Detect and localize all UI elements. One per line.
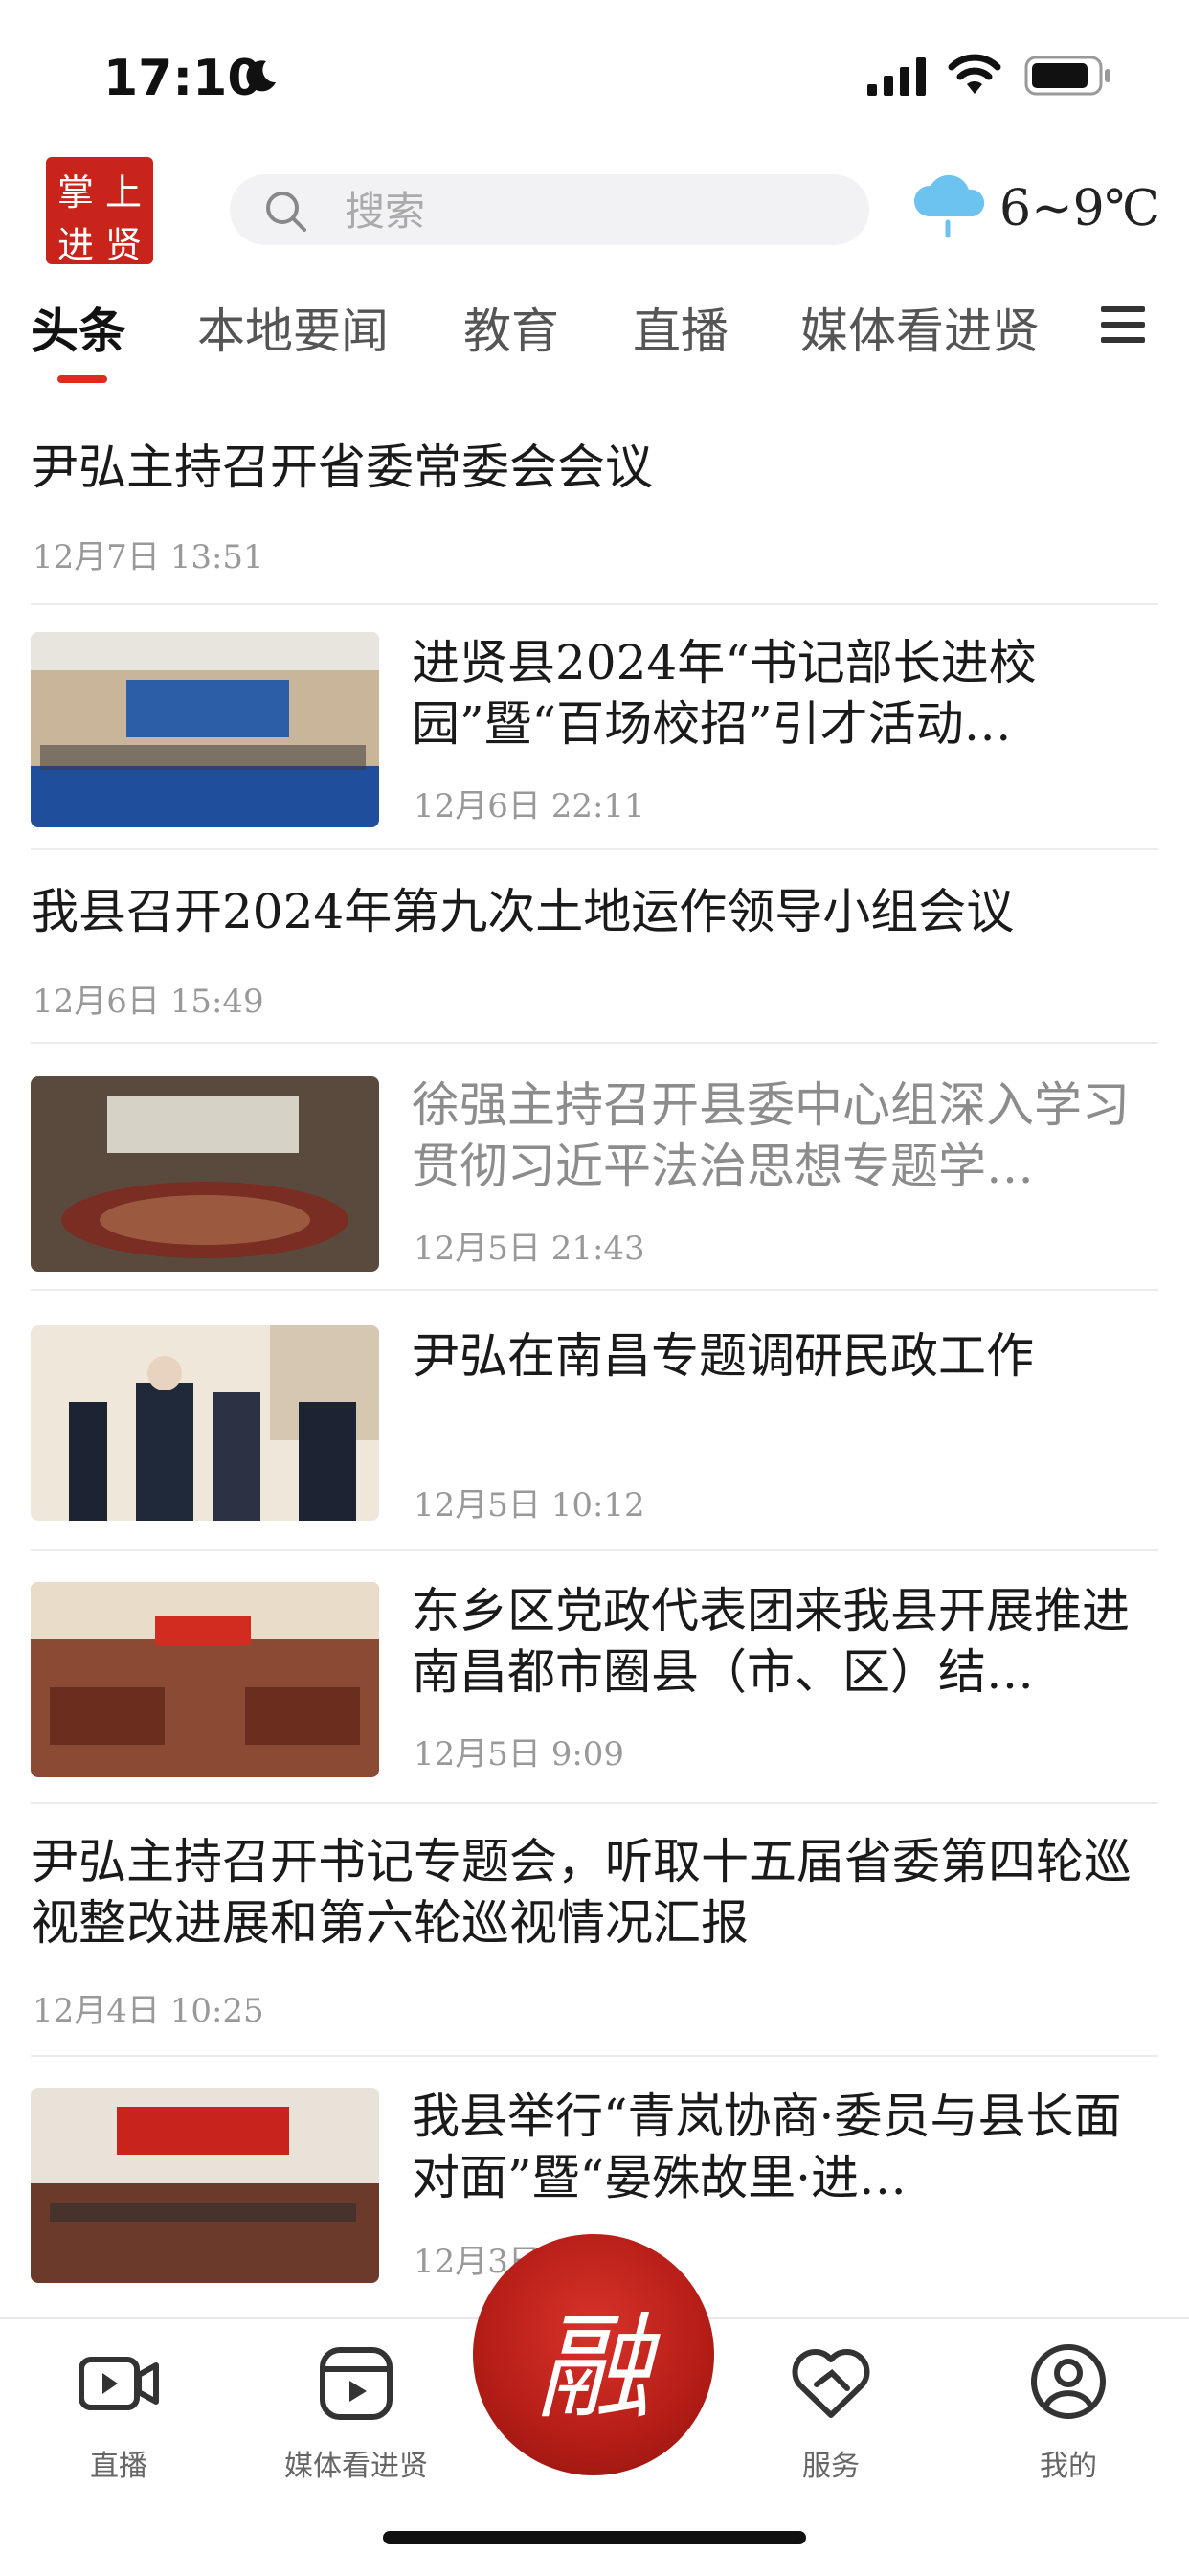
news-title: 尹弘在南昌专题调研民政工作 [412,1328,1034,1384]
news-date: 12月6日 15:49 [33,983,264,1021]
news-item[interactable]: 徐强主持召开县委中心组深入学习贯彻习近平法治思想专题学… 12月5日 21:43 [31,1044,1158,1291]
status-time: 17:10 [103,50,262,107]
home-indicator[interactable] [383,2531,806,2544]
news-date: 12月4日 10:25 [33,1992,264,2030]
logo-char: 掌 [56,171,94,214]
news-title: 徐强主持召开县委中心组深入学习贯彻习近平法治思想专题学… [412,1077,1130,1194]
news-title: 我县举行“青岚协商·委员与县长面对面”暨“晏殊故里·进… [412,2089,1122,2205]
search-icon [266,192,306,232]
logo-char: 进 [56,224,94,266]
media-play-icon [320,2347,393,2420]
news-item[interactable]: 尹弘主持召开书记专题会，听取十五届省委第四轮巡视整改进展和第六轮巡视情况汇报 1… [31,1804,1158,2057]
news-title: 我县召开2024年第九次土地运作领导小组会议 [31,884,1015,939]
news-date: 12月5日 10:12 [414,1486,645,1525]
battery-icon [1024,56,1110,96]
status-bar: 17:10 [0,0,1189,144]
search-bar[interactable] [230,174,869,245]
news-date: 12月6日 22:11 [414,787,645,825]
live-video-icon [79,2357,159,2410]
news-title: 进贤县2024年“书记部长进校园”暨“百场校招”引才活动… [412,635,1037,752]
nav-media-label: 媒体看进贤 [284,2450,428,2483]
news-thumbnail [31,1325,379,1521]
user-profile-icon [1031,2344,1106,2419]
active-tab-indicator [57,375,107,383]
nav-live-label: 直播 [90,2450,147,2483]
channel-tabs: 头条 本地要闻 教育 直播 媒体看进贤 [0,293,1189,385]
nav-mine-label: 我的 [1040,2450,1097,2483]
tab-headlines[interactable]: 头条 [31,293,126,362]
news-title: 东乡区党政代表团来我县开展推进南昌都市圈县（市、区）结… [412,1583,1130,1700]
nav-service-label: 服务 [802,2450,860,2483]
news-item[interactable]: 东乡区党政代表团来我县开展推进南昌都市圈县（市、区）结… 12月5日 9:09 [31,1551,1158,1804]
tab-education[interactable]: 教育 [463,293,559,362]
handshake-heart-icon [792,2349,870,2418]
nav-service[interactable]: 服务 [735,2339,927,2484]
cloud-rain-icon [913,174,985,238]
news-title: 尹弘主持召开书记专题会，听取十五届省委第四轮巡视整改进展和第六轮巡视情况汇报 [31,1834,1132,1951]
news-item[interactable]: 我县召开2024年第九次土地运作领导小组会议 12月6日 15:49 [31,850,1158,1044]
tab-local-news[interactable]: 本地要闻 [197,293,389,362]
nav-media-jinxian[interactable]: 媒体看进贤 [260,2339,452,2484]
search-input[interactable] [343,182,844,239]
news-thumbnail [31,1076,379,1272]
news-thumbnail [31,632,379,827]
center-rong-button[interactable]: 融 [473,2234,714,2475]
weather-widget[interactable]: 6~9℃ [909,170,1160,247]
news-date: 12月7日 13:51 [33,538,264,576]
tab-live[interactable]: 直播 [633,293,729,362]
menu-icon[interactable] [1101,306,1145,345]
wifi-icon [948,54,1001,94]
news-title: 尹弘主持召开省委常委会会议 [31,440,653,495]
logo-char: 上 [104,171,142,214]
tab-media-jinxian[interactable]: 媒体看进贤 [800,293,1040,362]
news-date: 12月5日 9:09 [414,1735,625,1774]
cellular-signal-icon [867,57,926,96]
moon-icon [246,60,276,92]
app-logo[interactable]: 掌 上 进 贤 [46,157,153,266]
news-thumbnail [31,1582,379,1777]
nav-mine[interactable]: 我的 [973,2339,1164,2484]
news-item[interactable]: 尹弘在南昌专题调研民政工作 12月5日 10:12 [31,1291,1158,1551]
news-item[interactable]: 进贤县2024年“书记部长进校园”暨“百场校招”引才活动… 12月6日 22:1… [31,605,1158,850]
news-item[interactable]: 尹弘主持召开省委常委会会议 12月7日 13:51 [31,412,1158,605]
center-button-label: 融 [536,2302,651,2435]
news-thumbnail [31,2088,379,2283]
logo-char: 贤 [104,224,142,266]
weather-temperature: 6~9℃ [999,180,1160,237]
nav-live[interactable]: 直播 [23,2339,214,2484]
news-date: 12月5日 21:43 [414,1230,645,1268]
